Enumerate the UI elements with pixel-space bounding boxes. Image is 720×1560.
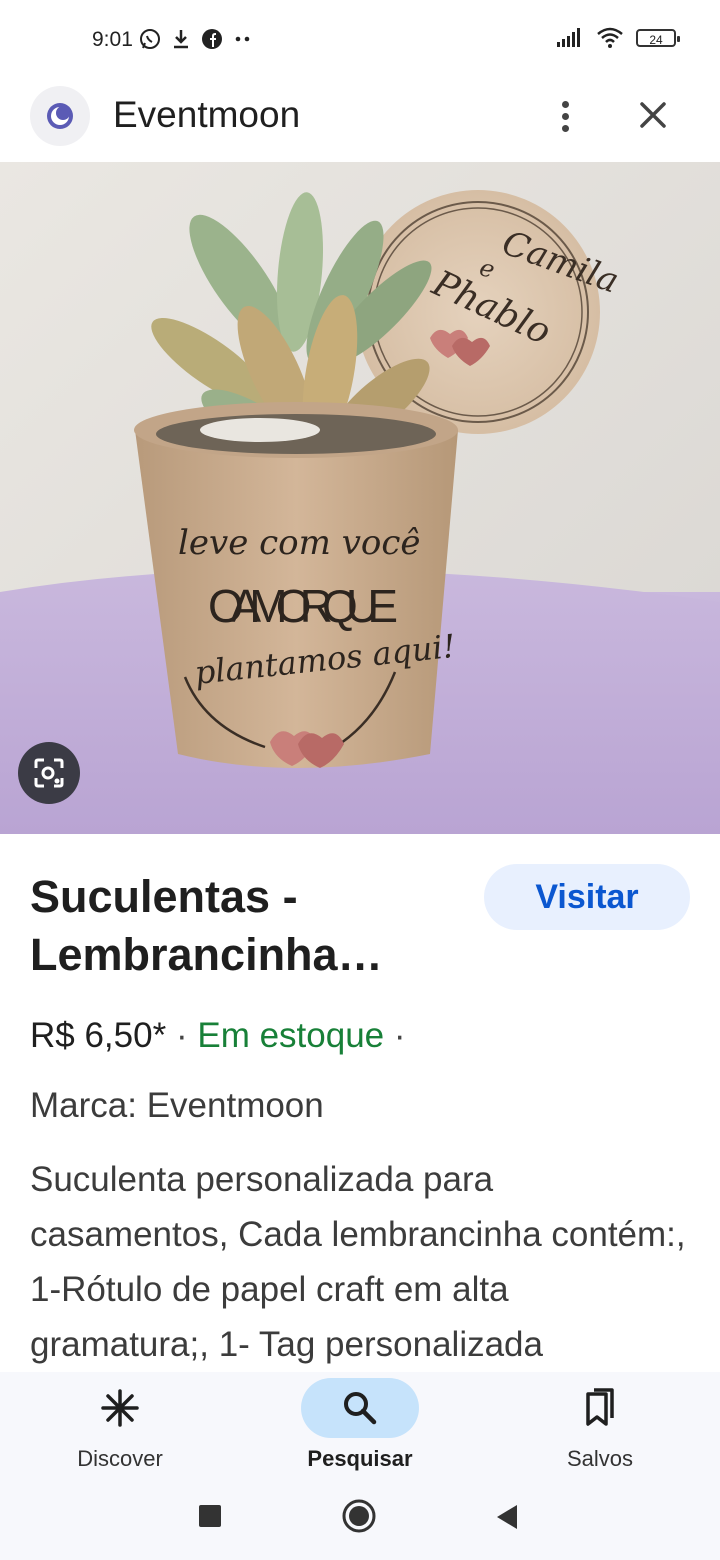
nav-discover-label: Discover bbox=[77, 1446, 163, 1471]
google-lens-icon[interactable] bbox=[18, 742, 80, 804]
stock-status: Em estoque bbox=[197, 1016, 385, 1055]
system-nav bbox=[0, 1474, 720, 1560]
app-header: Eventmoon bbox=[0, 80, 720, 162]
product-photo: Camila e Phablo leve com você O AMOR QUE… bbox=[0, 162, 720, 834]
wifi-icon bbox=[597, 27, 623, 48]
separator: · bbox=[175, 1016, 188, 1055]
collections-icon bbox=[541, 1378, 659, 1438]
nav-discover[interactable]: Discover bbox=[20, 1372, 220, 1474]
bottom-nav: Discover Pesquisar Salvos bbox=[0, 1372, 720, 1474]
price: R$ 6,50* bbox=[30, 1016, 167, 1055]
download-icon bbox=[174, 30, 188, 49]
moon-logo-icon[interactable] bbox=[30, 86, 90, 146]
nav-salvos[interactable]: Salvos bbox=[500, 1372, 700, 1474]
home-circle-icon[interactable] bbox=[341, 1498, 377, 1534]
status-time: 9:01 bbox=[92, 28, 133, 51]
battery-icon: 24 bbox=[636, 29, 680, 47]
status-icons-left bbox=[138, 27, 254, 51]
signal-icon bbox=[557, 28, 580, 47]
separator-2: · bbox=[393, 1016, 406, 1055]
whatsapp-icon bbox=[140, 29, 160, 49]
cup-text-1: leve com você bbox=[178, 523, 421, 563]
product-image[interactable]: Camila e Phablo leve com você O AMOR QUE… bbox=[0, 162, 720, 834]
nav-pesquisar[interactable]: Pesquisar bbox=[260, 1372, 460, 1474]
search-icon bbox=[301, 1378, 419, 1438]
status-icons-right: 24 bbox=[556, 27, 680, 49]
status-bar: 9:01 24 bbox=[0, 0, 720, 80]
visit-button[interactable]: Visitar bbox=[484, 864, 690, 930]
product-title: Suculentas - Lembrancinha… bbox=[30, 871, 383, 980]
product-description: Suculenta personalizada para casamentos,… bbox=[30, 1160, 686, 1364]
more-vert-icon[interactable] bbox=[545, 94, 585, 138]
recents-square-icon[interactable] bbox=[198, 1504, 222, 1528]
app-title: Eventmoon bbox=[113, 94, 301, 135]
facebook-icon bbox=[202, 29, 222, 49]
brand: Marca: Eventmoon bbox=[30, 1086, 324, 1125]
more-dots-icon bbox=[235, 36, 250, 42]
price-line: R$ 6,50* · Em estoque · bbox=[30, 1016, 406, 1056]
nav-pesquisar-label: Pesquisar bbox=[307, 1446, 413, 1471]
close-icon[interactable] bbox=[630, 92, 676, 138]
cup-text-2: O AMOR QUE bbox=[208, 580, 398, 632]
nav-salvos-label: Salvos bbox=[566, 1446, 634, 1471]
back-triangle-icon[interactable] bbox=[495, 1503, 519, 1531]
discover-asterisk-icon bbox=[61, 1378, 179, 1438]
